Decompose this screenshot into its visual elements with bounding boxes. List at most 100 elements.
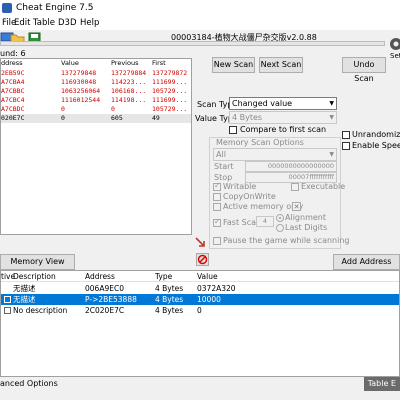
result-previous: 106168...: [111, 87, 147, 95]
value-type-value: 4 Bytes: [232, 113, 263, 122]
result-row[interactable]: A7CBA4 116930048 114223... 111699...: [1, 78, 191, 87]
active-memory-checkbox[interactable]: [213, 203, 221, 211]
menu-table[interactable]: Table: [33, 18, 55, 28]
memory-view-button[interactable]: Memory View: [0, 254, 75, 270]
col-type[interactable]: Type: [155, 271, 172, 282]
writable-label: Writable: [223, 182, 257, 191]
col-description[interactable]: Description: [13, 271, 56, 282]
result-address: 2EB59C: [1, 69, 25, 77]
col-first[interactable]: First: [152, 59, 166, 67]
result-row[interactable]: A7CBDC 0 0 105729...: [1, 105, 191, 114]
undo-scan-button[interactable]: Undo Scan: [342, 57, 386, 83]
row-address: 2C020E7C: [85, 306, 125, 315]
next-scan-button[interactable]: Next Scan: [259, 57, 303, 73]
value-type-select[interactable]: 4 Bytes ▼: [229, 111, 337, 124]
scan-type-value: Changed value: [232, 99, 293, 108]
chevron-down-icon: ▼: [329, 100, 334, 107]
start-label: Start: [214, 162, 234, 171]
result-row[interactable]: 020E7C 0 605 49: [1, 114, 191, 123]
add-to-list-button[interactable]: [193, 235, 207, 249]
clear-list-button[interactable]: [196, 253, 209, 266]
add-address-manually-button[interactable]: Add Address Manu: [333, 254, 400, 280]
active-checkbox[interactable]: [4, 307, 11, 314]
row-value: 0372A320: [197, 284, 236, 293]
address-table-header: tive Description Address Type Value: [1, 271, 399, 282]
writable-checkbox[interactable]: [213, 181, 221, 191]
row-address: P->2BE53888: [85, 295, 137, 304]
address-row[interactable]: 无描述 P->2BE53888 4 Bytes 10000: [1, 294, 399, 305]
result-previous: 605: [111, 114, 123, 122]
executable-checkbox[interactable]: [291, 183, 299, 191]
alignment-label: Alignment: [285, 213, 326, 222]
title-bar: Cheat Engine 7.5: [0, 0, 400, 16]
compare-first-label: Compare to first scan: [240, 125, 327, 134]
prohibited-icon: [197, 254, 208, 265]
col-address[interactable]: Address: [85, 271, 115, 282]
scan-results-list[interactable]: ddress Value Previous First 2EB59C 13727…: [0, 58, 192, 235]
copy-on-write-checkbox[interactable]: [213, 193, 221, 201]
row-value: 10000: [197, 295, 221, 304]
col-address[interactable]: ddress: [1, 59, 23, 67]
result-row[interactable]: 2EB59C 137279848 137279884 137279872: [1, 69, 191, 78]
col-previous[interactable]: Previous: [111, 59, 138, 67]
speedhack-checkbox[interactable]: [342, 142, 350, 150]
result-value: 1116012544: [61, 96, 101, 104]
result-row[interactable]: A7CBBC 1063256064 106168... 105729...: [1, 87, 191, 96]
result-address: A7CBDC: [1, 105, 25, 113]
result-first: 49: [152, 114, 160, 122]
alignment-radio[interactable]: [276, 214, 284, 222]
result-value: 0: [61, 114, 65, 122]
address-list-table[interactable]: tive Description Address Type Value 无描述 …: [0, 270, 400, 377]
gear-icon: [390, 38, 400, 50]
result-previous: 0: [111, 105, 115, 113]
table-extras-link[interactable]: Table E: [363, 377, 400, 391]
pause-game-checkbox[interactable]: [213, 237, 221, 245]
chevron-down-icon: ▼: [329, 114, 334, 121]
advanced-options-link[interactable]: anced Options: [0, 379, 58, 388]
result-first: 111699...: [152, 96, 188, 104]
row-value: 0: [197, 306, 202, 315]
scan-type-select[interactable]: Changed value ▼: [229, 97, 337, 110]
menu-help[interactable]: Help: [80, 18, 99, 28]
result-first: 105729...: [152, 87, 188, 95]
window-title: Cheat Engine 7.5: [16, 3, 94, 13]
result-previous: 114198...: [111, 96, 147, 104]
fast-scan-checkbox[interactable]: [213, 217, 221, 227]
close-icon[interactable]: ✕: [292, 202, 301, 211]
row-address: 006A9EC0: [85, 284, 124, 293]
copy-on-write-label: CopyOnWrite: [223, 192, 276, 201]
results-header: ddress Value Previous First: [1, 59, 191, 68]
compare-first-checkbox[interactable]: [229, 126, 237, 134]
settings-button[interactable]: Set: [386, 36, 400, 62]
row-description: No description: [13, 306, 68, 315]
result-address: A7CBA4: [1, 78, 25, 86]
settings-label: Set: [390, 52, 400, 60]
status-bar: anced Options Table E: [0, 377, 400, 391]
menu-d3d[interactable]: D3D: [58, 18, 77, 28]
memory-region-value: All: [216, 150, 226, 159]
last-digits-radio[interactable]: [276, 224, 284, 232]
cheat-engine-icon: [2, 3, 12, 13]
result-first: 105729...: [152, 105, 188, 113]
new-scan-button[interactable]: New Scan: [212, 57, 255, 73]
row-description: 无描述: [13, 284, 36, 293]
start-address-input[interactable]: 0000000000000000: [245, 161, 337, 172]
scan-progress-bar: [0, 41, 385, 46]
fast-scan-input[interactable]: 4: [256, 216, 274, 227]
active-checkbox[interactable]: [4, 296, 11, 303]
memory-scan-options-title: Memory Scan Options: [215, 138, 305, 147]
address-row[interactable]: No description 2C020E7C 4 Bytes 0: [1, 305, 399, 316]
result-row[interactable]: A7CBC4 1116012544 114198... 111699...: [1, 96, 191, 105]
col-value[interactable]: Value: [61, 59, 79, 67]
col-value[interactable]: Value: [197, 271, 218, 282]
result-first: 111699...: [152, 78, 188, 86]
pause-game-label: Pause the game while scanning: [223, 236, 350, 245]
result-address: A7CBC4: [1, 96, 25, 104]
row-type: 4 Bytes: [155, 284, 184, 293]
unrandomizer-label: Unrandomizer: [352, 130, 400, 139]
address-row[interactable]: 无描述 006A9EC0 4 Bytes 0372A320: [1, 283, 399, 294]
row-type: 4 Bytes: [155, 306, 184, 315]
unrandomizer-checkbox[interactable]: [342, 131, 350, 139]
menu-edit[interactable]: Edit: [14, 18, 30, 28]
memory-region-select[interactable]: All ▼: [213, 148, 337, 161]
